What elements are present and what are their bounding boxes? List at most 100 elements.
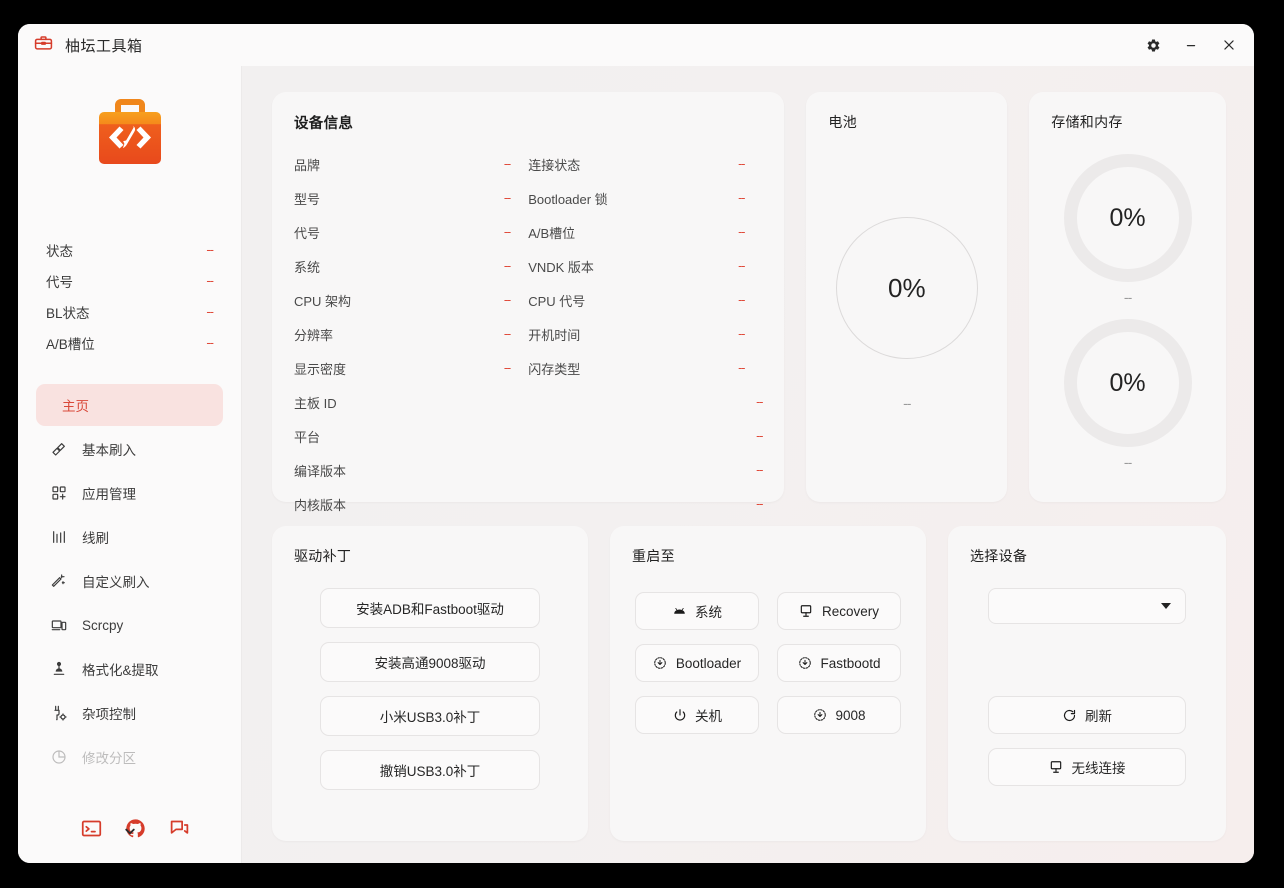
storage-title: 存储和内存 — [1051, 114, 1123, 130]
device-select-dropdown[interactable] — [988, 588, 1186, 624]
status-label: BL状态 — [46, 305, 90, 321]
minimize-icon[interactable] — [1180, 34, 1202, 56]
reboot-button-label: Recovery — [821, 603, 880, 619]
device-info-value: -- — [503, 327, 511, 341]
github-icon[interactable] — [124, 817, 146, 839]
device-info-title: 设备信息 — [294, 116, 354, 132]
status-value: -- — [206, 335, 214, 350]
device-info-label: 系统 — [294, 259, 321, 275]
title-bar-left: 柚坛工具箱 — [34, 33, 143, 57]
sidebar-item-home[interactable]: 主页 — [36, 384, 223, 426]
battery-gauge-area: 0% -- — [828, 146, 985, 482]
reboot-to-title: 重启至 — [632, 548, 675, 564]
device-info-value: -- — [738, 361, 745, 375]
download-circle-icon — [797, 656, 812, 671]
monitor-icon — [1049, 760, 1064, 775]
device-info-value: -- — [756, 497, 763, 511]
device-info-label: 主板 ID — [294, 395, 337, 411]
sidebar-item-scrcpy[interactable]: Scrcpy — [36, 604, 223, 646]
device-info-grid: 品牌 -- 连接状态 -- 型号 -- Bootloader 锁 -- 代号 -- A/B… — [294, 147, 763, 521]
reboot-button-label: 系统 — [695, 605, 722, 620]
device-info-label: 代号 — [294, 225, 321, 241]
sidebar-item-line-flash[interactable]: 线刷 — [36, 516, 223, 558]
close-icon[interactable] — [1218, 34, 1240, 56]
shutdown-button[interactable]: 关机 — [635, 696, 759, 734]
status-row: 代号 -- — [46, 265, 214, 296]
window-title: 柚坛工具箱 — [65, 37, 143, 55]
revoke-usb3-patch-button[interactable]: 撤销USB3.0补丁 — [320, 750, 540, 790]
sidebar-item-format-extract[interactable]: 格式化&提取 — [36, 648, 223, 690]
status-row: 状态 -- — [46, 234, 214, 265]
device-info-value: -- — [738, 327, 745, 341]
device-info-label: 型号 — [294, 191, 321, 207]
battery-card: 电池 0% -- — [806, 92, 1008, 502]
app-window: 柚坛工具箱 状态 -- 代号 -- BL状态 -- A/B槽位 -- 主页 基本… — [18, 24, 1254, 863]
apps-grid-icon — [50, 484, 68, 502]
device-info-label: 连接状态 — [528, 157, 581, 173]
device-info-label: CPU 代号 — [528, 293, 586, 309]
device-info-item: 内核版本 -- — [294, 487, 763, 521]
device-info-label: 闪存类型 — [528, 361, 581, 377]
sidebar-item-label: 格式化&提取 — [82, 663, 159, 678]
reboot-bootloader-button[interactable]: Bootloader — [635, 644, 759, 682]
terminal-icon[interactable] — [80, 817, 102, 839]
install-adb-fastboot-driver-button[interactable]: 安装ADB和Fastboot驱动 — [320, 588, 540, 628]
device-info-item: 品牌 -- — [294, 147, 528, 181]
device-info-label: VNDK 版本 — [528, 259, 594, 275]
memory-gauge: 0% — [1063, 319, 1192, 447]
device-info-item: A/B槽位 -- — [528, 215, 762, 249]
refresh-devices-button[interactable]: 刷新 — [988, 696, 1186, 734]
sidebar-item-custom-flash[interactable]: 自定义刷入 — [36, 560, 223, 602]
device-info-label: 开机时间 — [528, 327, 581, 343]
sidebar-item-label: 主页 — [62, 399, 89, 414]
reboot-button-label: Bootloader — [675, 655, 742, 671]
download-circle-icon — [653, 656, 668, 671]
device-select-card: 选择设备 刷新 无线连接 — [948, 526, 1226, 841]
battery-sub-label: -- — [903, 395, 911, 411]
status-label: A/B槽位 — [46, 336, 95, 352]
power-icon — [672, 708, 687, 723]
extract-icon — [50, 660, 68, 678]
device-info-value: -- — [503, 259, 511, 273]
status-label: 状态 — [46, 243, 73, 259]
install-qualcomm-9008-driver-button[interactable]: 安装高通9008驱动 — [320, 642, 540, 682]
memory-gauge-label: -- — [1123, 454, 1132, 470]
sidebar-item-misc-control[interactable]: 杂项控制 — [36, 692, 223, 734]
monitor-icon — [799, 604, 814, 619]
reboot-to-card: 重启至 系统 Recovery Bootloader Fastbootd 关机 … — [610, 526, 926, 841]
refresh-button-label: 刷新 — [1085, 709, 1112, 724]
xiaomi-usb3-patch-button[interactable]: 小米USB3.0补丁 — [320, 696, 540, 736]
device-info-value: -- — [738, 225, 745, 239]
device-select-actions: 刷新 无线连接 — [970, 696, 1204, 786]
flash-icon — [50, 440, 68, 458]
sidebar-item-basic-flash[interactable]: 基本刷入 — [36, 428, 223, 470]
reboot-button-label: 9008 — [835, 707, 866, 723]
sidebar-status-list: 状态 -- 代号 -- BL状态 -- A/B槽位 -- — [36, 234, 223, 358]
reboot-recovery-button[interactable]: Recovery — [777, 592, 901, 630]
status-row: A/B槽位 -- — [46, 327, 214, 358]
device-info-item: 系统 -- — [294, 249, 528, 283]
memory-gauge-block: 0% -- — [1063, 319, 1192, 470]
sidebar-item-modify-partition[interactable]: 修改分区 — [36, 736, 223, 778]
device-info-item: CPU 架构 -- — [294, 283, 528, 317]
device-info-label: CPU 架构 — [294, 293, 352, 309]
device-info-label: Bootloader 锁 — [528, 191, 608, 207]
sidebar-item-app-manage[interactable]: 应用管理 — [36, 472, 223, 514]
wireless-connect-button[interactable]: 无线连接 — [988, 748, 1186, 786]
driver-patch-buttons: 安装ADB和Fastboot驱动 安装高通9008驱动 小米USB3.0补丁 撤… — [294, 588, 566, 790]
gear-icon[interactable] — [1142, 34, 1164, 56]
storage-gauge-block: 0% -- — [1063, 154, 1192, 305]
device-info-item: 编译版本 -- — [294, 453, 763, 487]
storage-gauge-label: -- — [1123, 289, 1132, 305]
reboot-9008-button[interactable]: 9008 — [777, 696, 901, 734]
reboot-fastbootd-button[interactable]: Fastbootd — [777, 644, 901, 682]
devices-icon — [50, 616, 68, 634]
device-info-item: 闪存类型 -- — [528, 351, 762, 385]
download-circle-icon — [812, 708, 827, 723]
reboot-system-button[interactable]: 系统 — [635, 592, 759, 630]
device-info-value: -- — [738, 259, 745, 273]
forum-chat-icon[interactable] — [168, 817, 190, 839]
device-info-item: 分辨率 -- — [294, 317, 528, 351]
sidebar-item-label: 杂项控制 — [82, 707, 136, 722]
device-info-label: 分辨率 — [294, 327, 334, 343]
